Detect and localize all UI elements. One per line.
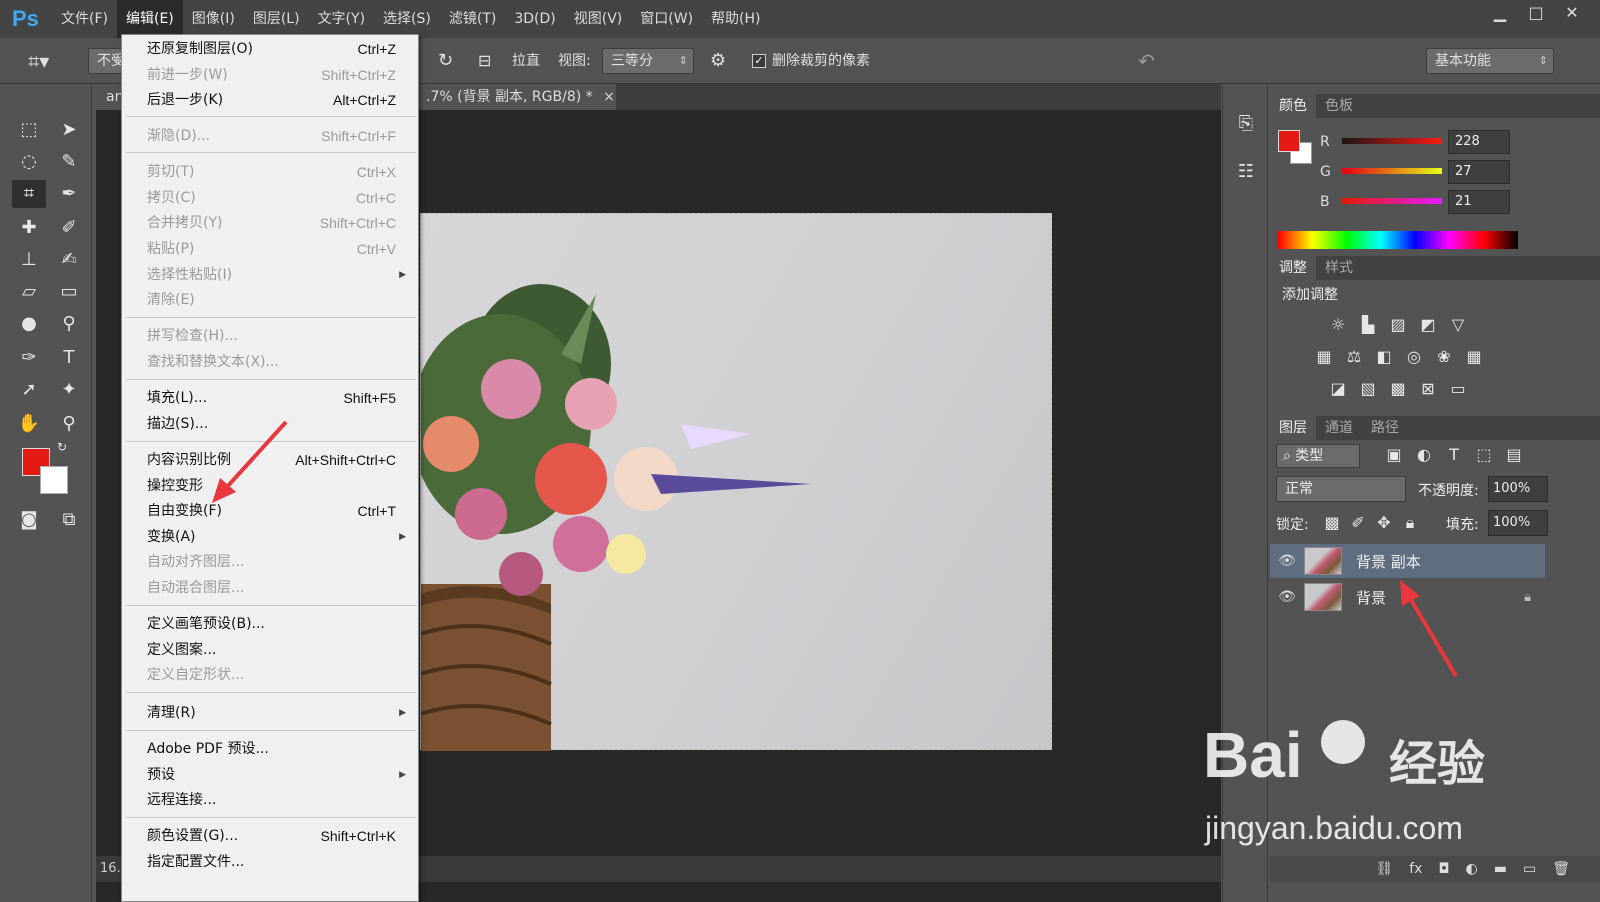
watermark-brand: Bai	[1203, 719, 1303, 791]
watermark-url: jingyan.baidu.com	[1205, 810, 1463, 846]
arrow-to-layer-copy	[1400, 580, 1458, 678]
color-fg-swatch[interactable]	[1278, 130, 1300, 152]
arrow-to-puppet-warp	[212, 420, 288, 503]
baidu-watermark: Bai 经验 jingyan.baidu.com	[1203, 718, 1503, 858]
watermark-brand-cn: 经验	[1389, 736, 1486, 792]
paw-icon	[1321, 720, 1365, 764]
